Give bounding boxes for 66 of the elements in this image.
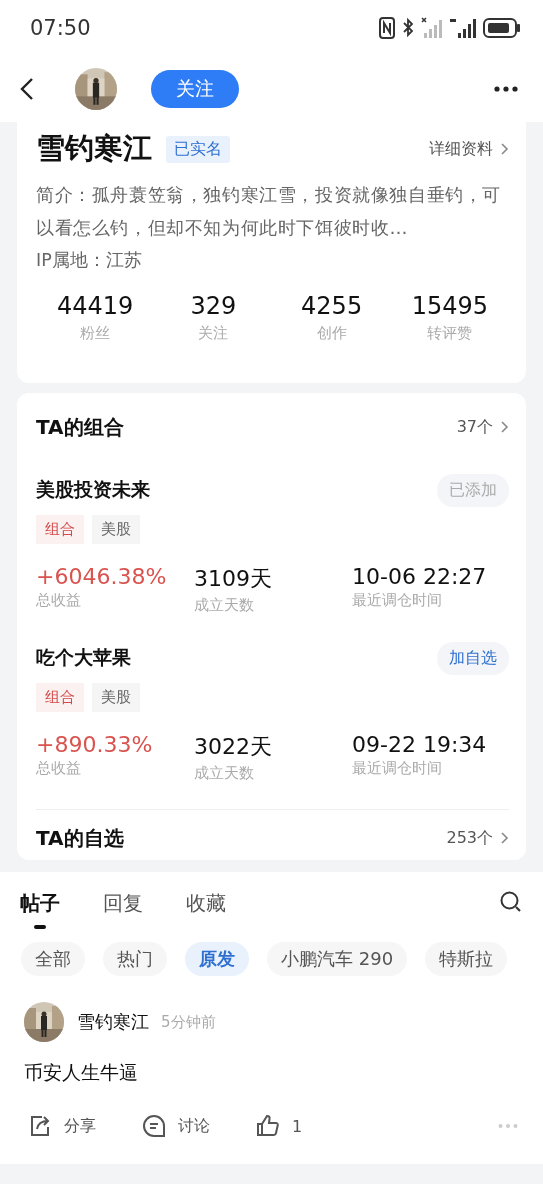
post-action-button[interactable]: 讨论 [142, 1114, 210, 1138]
tab[interactable]: 帖子 [20, 890, 60, 929]
post-action-button[interactable]: 1 [256, 1114, 303, 1138]
section-title: TA的自选 [36, 824, 124, 852]
count-link[interactable]: 37个 [456, 416, 509, 438]
metric-label: 最近调仓时间 [352, 591, 443, 610]
metric-value: +890.33% [36, 732, 154, 757]
post-text: 币安人生牛逼 [24, 1060, 139, 1085]
portfolio-name[interactable]: 吃个大苹果 [36, 645, 131, 671]
share-icon [28, 1114, 52, 1138]
more-icon[interactable] [494, 85, 518, 92]
count-link[interactable]: 253个 [446, 827, 509, 849]
verified-badge: 已实名 [166, 135, 230, 163]
stat-label: 粉丝 [80, 324, 111, 343]
bio-text: 简介：孤舟蓑笠翁，独钓寒江雪，投资就像独自垂钓，可以看怎么钓，但却不知为何此时下饵彼时收… [36, 183, 502, 240]
metric-value: 3022天 [194, 733, 273, 761]
tag: 组合 [36, 683, 84, 712]
post-time: 5分钟前 [161, 1012, 216, 1032]
filter-chip[interactable]: 热门 [103, 942, 167, 976]
filter-chip[interactable]: 原发 [185, 942, 249, 976]
details-link[interactable]: 详细资料 [429, 138, 509, 160]
metric-label: 总收益 [36, 591, 82, 610]
tag: 美股 [92, 683, 140, 712]
back-icon[interactable] [20, 76, 34, 101]
speech-bubble-icon [142, 1114, 166, 1138]
tab[interactable]: 回复 [103, 890, 143, 929]
filter-chip[interactable]: 小鹏汽车 290 [267, 942, 408, 976]
stat-value[interactable]: 15495 [411, 292, 489, 320]
search-icon[interactable] [499, 890, 523, 914]
section-title: TA的组合 [36, 413, 124, 441]
signal-icon [450, 16, 476, 39]
battery-icon [483, 17, 521, 38]
metric-value: 10-06 22:27 [352, 564, 487, 589]
stat-value[interactable]: 4255 [301, 292, 363, 320]
tag: 美股 [92, 515, 140, 544]
clock-time: 07:50 [30, 15, 92, 40]
metric-label: 总收益 [36, 759, 82, 778]
chevron-icon [499, 142, 509, 156]
filter-chip[interactable]: 全部 [21, 942, 85, 976]
metric-value: 3109天 [194, 565, 273, 593]
stat-value[interactable]: 329 [190, 292, 237, 320]
chevron-icon [499, 831, 509, 845]
nfc-icon [379, 16, 395, 39]
filter-chip[interactable]: 特斯拉 [425, 942, 508, 976]
follow-button[interactable]: 关注 [151, 69, 239, 108]
thumbs-up-icon [256, 1114, 280, 1138]
portfolio-name[interactable]: 美股投资未来 [36, 477, 150, 503]
author-name[interactable]: 雪钓寒江 [77, 1010, 149, 1034]
add-watchlist-button[interactable]: 加自选 [437, 641, 509, 675]
user-name: 雪钓寒江 [36, 130, 152, 167]
stat-value[interactable]: 44419 [56, 292, 134, 320]
chevron-icon [499, 420, 509, 434]
tab[interactable]: 收藏 [186, 890, 226, 929]
post-action-button[interactable]: 分享 [28, 1114, 96, 1138]
metric-value: 09-22 19:34 [352, 732, 487, 757]
metric-label: 成立天数 [194, 596, 255, 615]
bluetooth-icon [402, 16, 414, 39]
ip-location: IP属地：江苏 [36, 249, 143, 272]
stat-label: 转评赞 [427, 324, 473, 343]
signal-icon [421, 16, 443, 39]
stat-label: 关注 [198, 324, 229, 343]
metric-value: +6046.38% [36, 564, 168, 589]
tag: 组合 [36, 515, 84, 544]
stat-label: 创作 [316, 324, 347, 343]
metric-label: 最近调仓时间 [352, 759, 443, 778]
metric-label: 成立天数 [194, 764, 255, 783]
